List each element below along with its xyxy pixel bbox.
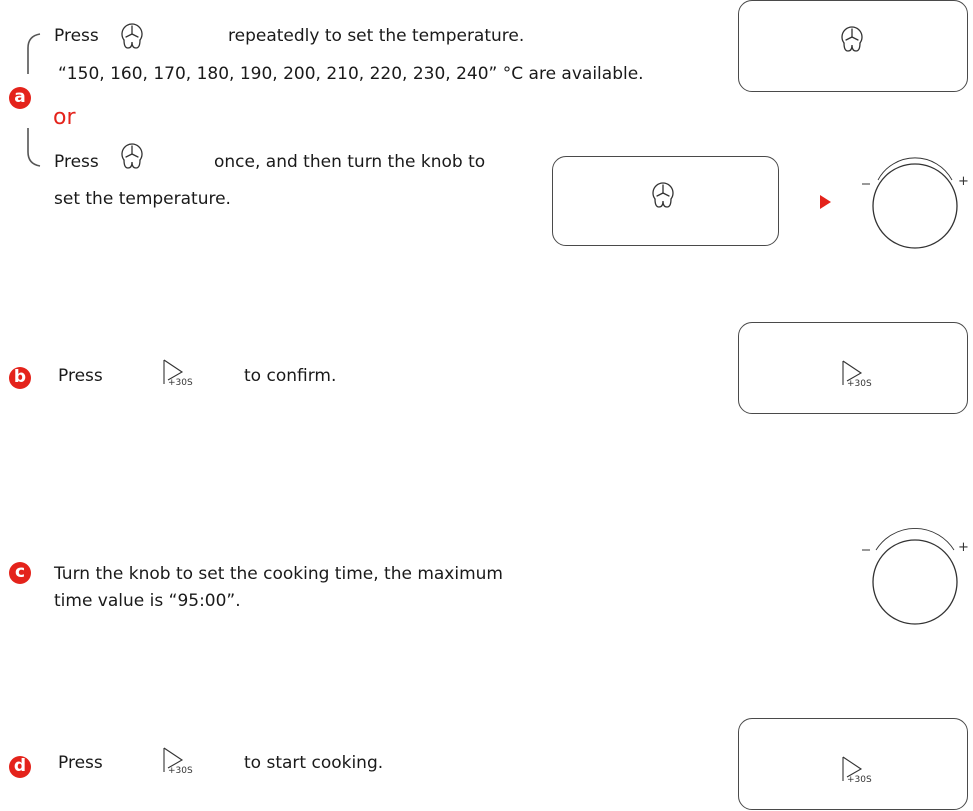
start-icon-label: +30S <box>168 378 193 388</box>
knob-plus: + <box>958 174 969 189</box>
knob-time[interactable]: + <box>858 528 972 630</box>
start-icon-label: +30S <box>847 379 872 389</box>
start-button-panel-2[interactable]: +30S <box>738 718 968 810</box>
temperature-icon <box>121 23 143 49</box>
knob-icon <box>862 157 958 249</box>
knob-plus: + <box>958 540 969 555</box>
step-a-press-label: Press <box>54 26 99 46</box>
step-a-text-4: set the temperature. <box>54 189 231 209</box>
step-b-press-label: Press <box>58 366 103 386</box>
temperature-icon <box>652 182 674 208</box>
step-a-press-label-2: Press <box>54 152 99 172</box>
step-c-badge: c <box>9 562 31 584</box>
arrow-right-icon <box>820 195 831 209</box>
step-a-text-3: once, and then turn the knob to <box>214 152 486 172</box>
step-c-text-2: time value is “95:00”. <box>54 591 241 611</box>
temperature-icon <box>841 26 863 52</box>
start-icon-label: +30S <box>847 775 872 785</box>
knob-icon <box>862 528 958 625</box>
step-d-badge: d <box>9 756 31 778</box>
step-b-badge: b <box>9 367 31 389</box>
start-button-panel[interactable]: +30S <box>738 322 968 414</box>
temperature-button-panel-2[interactable] <box>552 156 779 246</box>
temperature-icon <box>121 143 143 169</box>
step-b-text: to confirm. <box>244 366 337 386</box>
step-c-text-1: Turn the knob to set the cooking time, t… <box>54 564 503 584</box>
step-d-press-label: Press <box>58 753 103 773</box>
step-d-text: to start cooking. <box>244 753 384 773</box>
step-a-or: or <box>53 105 76 130</box>
step-a-badge: a <box>9 87 31 109</box>
step-a-text-1: repeatedly to set the temperature. <box>228 26 525 46</box>
knob-temperature[interactable]: + <box>858 157 972 250</box>
temperature-button-panel[interactable] <box>738 0 968 92</box>
step-a-temperatures: “150, 160, 170, 180, 190, 200, 210, 220,… <box>58 64 644 84</box>
start-icon-label: +30S <box>168 766 193 776</box>
